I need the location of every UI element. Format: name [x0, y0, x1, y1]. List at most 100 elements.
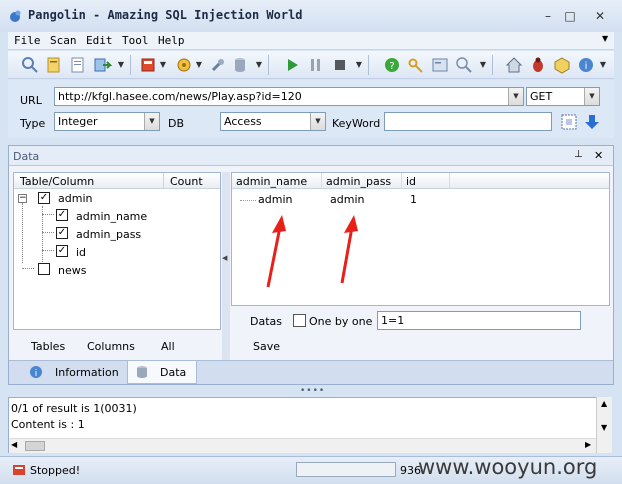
- url-dropdown-icon[interactable]: ▼: [508, 88, 523, 105]
- pin-icon[interactable]: ⊥: [574, 149, 583, 160]
- col-header-table[interactable]: Table/Column: [14, 173, 164, 189]
- db-label: DB: [168, 117, 185, 130]
- home-icon[interactable]: [504, 55, 524, 75]
- tools-icon[interactable]: [174, 55, 194, 75]
- toolbar-dropdown-6[interactable]: ▼: [478, 55, 488, 75]
- horizontal-scrollbar[interactable]: ◀ ▶: [9, 438, 597, 453]
- menu-tool[interactable]: Tool: [122, 34, 149, 47]
- toolbar-dropdown-1[interactable]: ▼: [116, 55, 126, 75]
- stop-icon[interactable]: [330, 55, 350, 75]
- database-icon[interactable]: [230, 55, 250, 75]
- minimize-button[interactable]: –: [536, 6, 560, 26]
- type-value: Integer: [58, 115, 98, 128]
- one-by-one-label: One by one: [309, 315, 373, 328]
- info-icon[interactable]: i: [576, 55, 596, 75]
- url-input[interactable]: http://kfgl.hasee.com/news/Play.asp?id=1…: [54, 87, 524, 106]
- toolbar-dropdown-5[interactable]: ▼: [354, 55, 364, 75]
- grid-cell-admin-name[interactable]: admin: [258, 193, 292, 206]
- grid-header-id[interactable]: id: [402, 173, 450, 189]
- grid-header-admin-pass[interactable]: admin_pass: [322, 173, 402, 189]
- menu-help[interactable]: Help: [158, 34, 185, 47]
- search-icon[interactable]: [20, 55, 40, 75]
- grid-cell-admin-pass[interactable]: admin: [330, 193, 364, 206]
- tree-line: [42, 232, 54, 233]
- keyword-label: KeyWord: [332, 117, 381, 130]
- keyword-input[interactable]: [384, 112, 552, 131]
- flag-icon[interactable]: [138, 55, 158, 75]
- tree-node-admin-name[interactable]: admin_name: [76, 210, 147, 223]
- datas-label: Datas: [250, 315, 282, 328]
- grid-cell-id[interactable]: 1: [410, 193, 417, 206]
- tables-button[interactable]: Tables: [31, 340, 65, 353]
- one-by-one-checkbox[interactable]: [293, 314, 306, 327]
- type-dropdown-icon[interactable]: ▼: [144, 113, 159, 130]
- grid-header-admin-name[interactable]: admin_name: [232, 173, 322, 189]
- status-text: Stopped!: [30, 464, 81, 477]
- magnifier-icon[interactable]: [454, 55, 474, 75]
- url-value: http://kfgl.hasee.com/news/Play.asp?id=1…: [58, 90, 302, 103]
- tree-line: [22, 268, 34, 269]
- data-panel: Data ⊥ ✕ Table/Column Count − ✓ admin ✓ …: [8, 145, 614, 385]
- settings-icon[interactable]: [430, 55, 450, 75]
- type-label: Type: [20, 117, 46, 130]
- database-icon: [137, 366, 147, 378]
- col-header-count[interactable]: Count: [164, 173, 220, 189]
- toolbar-dropdown-3[interactable]: ▼: [194, 55, 204, 75]
- scroll-up-icon[interactable]: ▲: [601, 399, 607, 408]
- close-button[interactable]: ✕: [588, 6, 612, 26]
- collapse-icon[interactable]: −: [18, 194, 27, 203]
- url-label: URL: [20, 94, 42, 107]
- vertical-scrollbar[interactable]: ▲ ▼: [596, 397, 612, 453]
- key-icon[interactable]: [406, 55, 426, 75]
- menu-edit[interactable]: Edit: [86, 34, 113, 47]
- type-select[interactable]: Integer ▼: [54, 112, 160, 131]
- admin-checkbox[interactable]: ✓: [38, 192, 50, 204]
- export-icon[interactable]: [92, 55, 112, 75]
- maximize-button[interactable]: □: [558, 6, 582, 26]
- data-panel-close-icon[interactable]: ✕: [594, 149, 603, 162]
- condition-input[interactable]: 1=1: [377, 311, 581, 330]
- package-icon[interactable]: [552, 55, 572, 75]
- tree-node-news[interactable]: news: [58, 264, 86, 277]
- help-icon[interactable]: ?: [382, 55, 402, 75]
- pause-icon[interactable]: [306, 55, 326, 75]
- columns-button[interactable]: Columns: [87, 340, 135, 353]
- all-button[interactable]: All: [161, 340, 175, 353]
- scroll-right-icon[interactable]: ▶: [585, 440, 591, 449]
- down-arrow-icon[interactable]: [584, 113, 600, 131]
- scroll-left-icon[interactable]: ◀: [11, 440, 17, 449]
- news-checkbox[interactable]: [38, 263, 50, 275]
- toolbar-dropdown-4[interactable]: ▼: [254, 55, 264, 75]
- play-icon[interactable]: [282, 55, 302, 75]
- splitter[interactable]: ◀: [222, 172, 230, 382]
- save-button[interactable]: Save: [253, 340, 280, 353]
- panel-resize-grip[interactable]: ••••: [300, 386, 325, 396]
- scroll-down-icon[interactable]: ▼: [601, 423, 607, 432]
- svg-text:i: i: [585, 61, 588, 72]
- tab-information[interactable]: i Information: [9, 361, 125, 383]
- db-dropdown-icon[interactable]: ▼: [310, 113, 325, 130]
- menu-scan[interactable]: Scan: [50, 34, 77, 47]
- tree-node-id[interactable]: id: [76, 246, 86, 259]
- grid-select-icon[interactable]: [560, 113, 578, 131]
- method-select[interactable]: GET ▼: [526, 87, 600, 106]
- tab-data[interactable]: Data: [127, 361, 197, 384]
- scroll-thumb[interactable]: [25, 441, 45, 451]
- id-checkbox[interactable]: ✓: [56, 245, 68, 257]
- tree-node-admin-pass[interactable]: admin_pass: [76, 228, 141, 241]
- bug-icon[interactable]: [528, 55, 548, 75]
- admin-name-checkbox[interactable]: ✓: [56, 209, 68, 221]
- toolbar-dropdown-2[interactable]: ▼: [158, 55, 168, 75]
- menu-file[interactable]: File: [14, 34, 41, 47]
- method-dropdown-icon[interactable]: ▼: [584, 88, 599, 105]
- menu-overflow-icon[interactable]: ▼: [602, 34, 608, 43]
- toolbar: ▼ ▼ ▼ ▼ ▼ ? ▼ i ▼: [8, 51, 614, 79]
- admin-pass-checkbox[interactable]: ✓: [56, 227, 68, 239]
- document-icon[interactable]: [44, 55, 64, 75]
- db-select[interactable]: Access ▼: [220, 112, 326, 131]
- wrench-icon[interactable]: [208, 55, 228, 75]
- tree-node-admin[interactable]: admin: [58, 192, 92, 205]
- page-icon[interactable]: [68, 55, 88, 75]
- splitter-arrow-icon[interactable]: ◀: [222, 254, 227, 262]
- toolbar-dropdown-7[interactable]: ▼: [598, 55, 608, 75]
